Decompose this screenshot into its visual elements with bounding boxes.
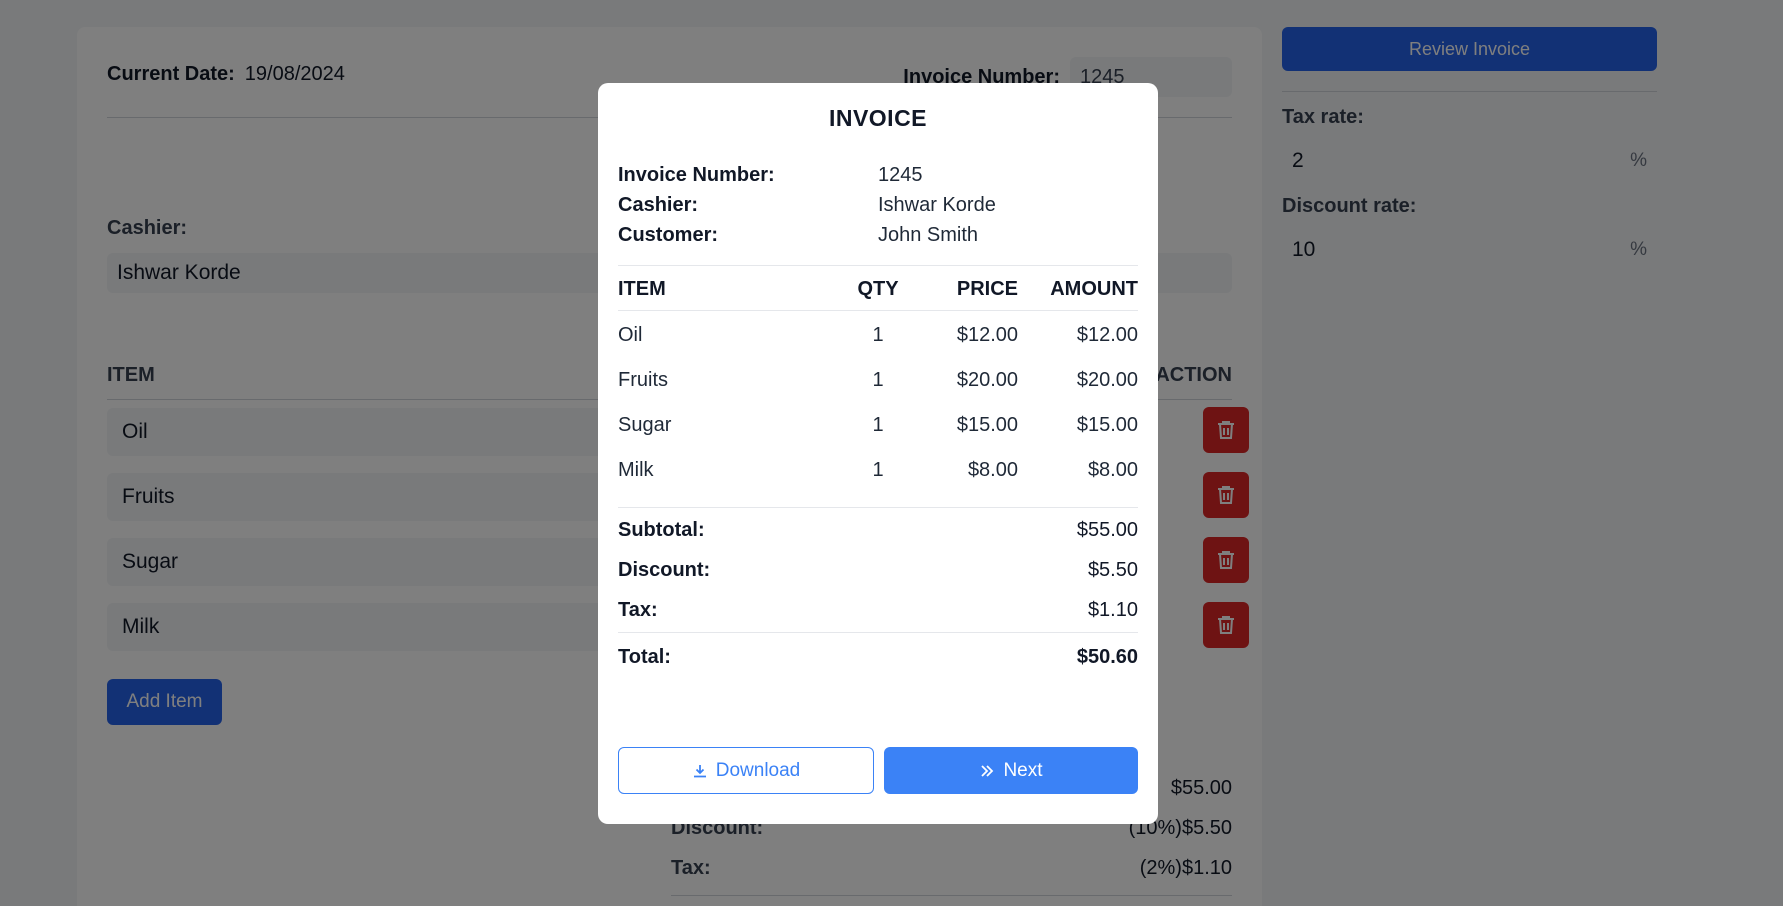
row-amount: $12.00	[1076, 324, 1138, 346]
subtotal-label: Subtotal:	[618, 519, 705, 541]
meta-invoice-number: Invoice Number: 1245	[618, 160, 1138, 190]
col-qty: QTY	[857, 278, 899, 300]
row-price: $15.00	[956, 414, 1018, 436]
table-row: Sugar 1 $15.00 $15.00	[618, 403, 1138, 448]
subtotal-value: $55.00	[1076, 519, 1138, 541]
meta-customer: Customer: John Smith	[618, 220, 1138, 250]
col-price: PRICE	[956, 278, 1018, 300]
meta-value: John Smith	[878, 224, 979, 246]
row-item: Milk	[618, 459, 654, 481]
meta-label: Customer:	[618, 224, 719, 246]
invoice-modal: INVOICE Invoice Number: 1245 Cashier: Is…	[598, 83, 1158, 824]
row-price: $12.00	[956, 324, 1018, 346]
download-label: Download	[715, 759, 801, 781]
row-price: $8.00	[967, 459, 1018, 481]
download-icon	[693, 764, 706, 777]
total-value: $50.60	[1076, 646, 1138, 668]
table-row: Fruits 1 $20.00 $20.00	[618, 358, 1138, 403]
tax-label: Tax:	[618, 599, 658, 621]
meta-label: Cashier:	[618, 194, 699, 216]
row-qty: 1	[872, 459, 884, 481]
total-label: Total:	[618, 646, 671, 668]
download-button[interactable]: Download	[618, 747, 874, 794]
row-qty: 1	[872, 414, 884, 436]
invoice-meta: Invoice Number: 1245 Cashier: Ishwar Kor…	[618, 160, 1138, 250]
tax-value: $1.10	[1087, 599, 1138, 621]
next-button[interactable]: Next	[884, 747, 1138, 794]
discount-row: Discount: $5.50	[618, 550, 1138, 590]
grand-total: Total: $50.60	[618, 632, 1138, 677]
table-row: Milk 1 $8.00 $8.00	[618, 448, 1138, 493]
row-qty: 1	[872, 369, 884, 391]
row-item: Fruits	[618, 369, 668, 391]
col-item: ITEM	[618, 278, 666, 300]
invoice-rows: Oil 1 $12.00 $12.00 Fruits 1 $20.00 $20.…	[618, 311, 1138, 508]
row-qty: 1	[872, 324, 884, 346]
subtotal-row: Subtotal: $55.00	[618, 510, 1138, 550]
row-amount: $15.00	[1076, 414, 1138, 436]
modal-title: INVOICE	[828, 105, 928, 131]
row-item: Sugar	[618, 414, 672, 436]
row-item: Oil	[618, 324, 643, 346]
meta-cashier: Cashier: Ishwar Korde	[618, 190, 1138, 220]
col-amount: AMOUNT	[1050, 278, 1138, 300]
row-amount: $20.00	[1076, 369, 1138, 391]
row-amount: $8.00	[1087, 459, 1138, 481]
tax-row: Tax: $1.10	[618, 590, 1138, 630]
table-row: Oil 1 $12.00 $12.00	[618, 313, 1138, 358]
total-row: Total: $50.60	[618, 637, 1138, 677]
invoice-table-header: ITEM QTY PRICE AMOUNT	[618, 265, 1138, 311]
row-price: $20.00	[956, 369, 1018, 391]
next-label: Next	[1003, 759, 1043, 781]
discount-label: Discount:	[618, 559, 711, 581]
meta-label: Invoice Number:	[618, 164, 775, 186]
meta-value: 1245	[878, 164, 923, 186]
invoice-totals: Subtotal: $55.00 Discount: $5.50 Tax: $1…	[618, 508, 1138, 632]
double-chevron-right-icon	[981, 764, 994, 777]
meta-value: Ishwar Korde	[878, 194, 996, 216]
modal-actions: Download Next	[618, 747, 1138, 794]
discount-value: $5.50	[1087, 559, 1138, 581]
